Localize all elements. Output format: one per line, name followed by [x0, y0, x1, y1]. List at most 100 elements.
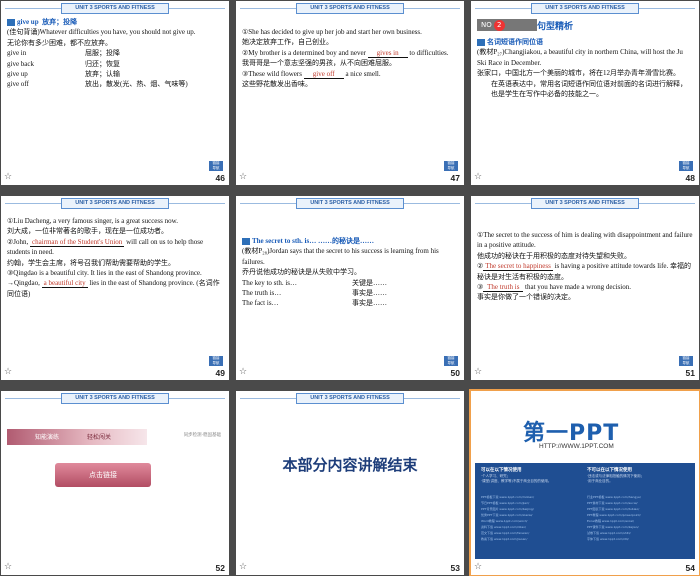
slide-54[interactable]: 第一PPT HTTP://WWW.1PPT.COM 可以在以下情况使用 不可以在… [469, 389, 700, 576]
forbidden-item: ·用于商业目的。 [587, 479, 613, 483]
section-title: 句型精析 [537, 22, 574, 32]
unit-header: UNIT 3 SPORTS AND FITNESS [296, 3, 404, 14]
star-icon[interactable]: ☆ [239, 173, 247, 182]
nav-link-icon[interactable]: 链接 导航 [209, 161, 223, 171]
slide-53[interactable]: UNIT 3 SPORTS AND FITNESS 本部分内容讲解结束 ☆ 53 [236, 391, 464, 575]
resource-link[interactable]: 优秀PPT下载 www.1ppt.com/xiazai/ [481, 513, 532, 517]
example-translation: 我哥哥是一个意志坚强的男孩，从不向困难屈服。 [242, 59, 396, 68]
example-translation: 约翰，学生会主席，将号召我们帮助需要帮助的学生。 [7, 258, 175, 267]
unit-header: UNIT 3 SPORTS AND FITNESS [61, 393, 169, 404]
resource-link[interactable]: 试卷下载 www.1ppt.com/shiti/ [587, 531, 631, 535]
explanation-text: 在英语表达中，常用名词短语作同位语对前面的名词进行解释，也是学生在写作中必备的技… [491, 79, 687, 99]
slide-46-body: give up 放弃；投降 (佳句背诵)Whatever difficultie… [7, 17, 223, 90]
allowed-item: ·课堂(讲座、教学等)不属于商业目的的使用。 [481, 479, 552, 483]
example-translation: 无论你有多少困难，都不应放弃。 [7, 38, 112, 47]
resource-link[interactable]: 字体下载 www.1ppt.com/ziti/ [587, 537, 629, 541]
slide-number: 54 [685, 563, 695, 573]
nav-link-icon[interactable]: 链接 导航 [679, 161, 693, 171]
phrase-row: give in 屈服；投降 [7, 49, 120, 58]
example-sentence: (教材P₂₇)Changjiakou, a beautiful city in … [477, 48, 683, 67]
slide-48[interactable]: UNIT 3 SPORTS AND FITNESS NO 2 句型精析 名词短语作… [471, 1, 699, 185]
banner-sublabel: 轻松闯关 [87, 434, 112, 441]
slide-47-body: ①She has decided to give up her job and … [242, 27, 458, 89]
resource-link[interactable]: 行业PPT模板 www.1ppt.com/hangye/ [587, 495, 641, 499]
example-translation: 这些野花散发出香味。 [242, 80, 312, 89]
resource-link[interactable]: PPT背景图片 www.1ppt.com/beijing/ [481, 507, 534, 511]
resource-link[interactable]: 教案下载 www.1ppt.com/jiaoan/ [481, 537, 527, 541]
answer-blank: a beautiful city [41, 279, 88, 289]
star-icon[interactable]: ☆ [474, 173, 482, 182]
star-icon[interactable]: ☆ [4, 173, 12, 182]
slide-number: 49 [215, 368, 225, 378]
fill-sentence: ③These wild flowers give off a nice smel… [242, 69, 381, 79]
pattern-row: The key to sth. is… 关键是…… [242, 278, 387, 287]
nav-link-icon[interactable]: 链接 导航 [444, 161, 458, 171]
end-message: 本部分内容讲解结束 [282, 456, 418, 474]
fill-sentence: ② The secret to happiness is having a pos… [477, 262, 692, 281]
unit-header: UNIT 3 SPORTS AND FITNESS [296, 198, 404, 209]
nav-link-icon[interactable]: 链接 导航 [679, 356, 693, 366]
example-translation: 刘大成，一位非常著名的歌手，现在是一位成功者。 [7, 227, 168, 236]
banner-right-text: 同步检测·稳固基础 [183, 433, 221, 438]
star-icon[interactable]: ☆ [474, 563, 482, 572]
slide-48-body: 名词短语作同位语 (教材P₂₇)Changjiakou, a beautiful… [477, 37, 693, 99]
slide-49-body: ①Liu Dacheng, a very famous singer, is a… [7, 216, 223, 299]
slide-47[interactable]: UNIT 3 SPORTS AND FITNESS ①She has decid… [236, 1, 464, 185]
banner-label: 知能演练 [35, 434, 60, 441]
slide-52[interactable]: UNIT 3 SPORTS AND FITNESS 知能演练 轻松闯关 同步检测… [1, 391, 229, 575]
example-sentence: (教材P₂₈)Jordan says that the secret to hi… [242, 247, 439, 266]
example-sentence: ①She has decided to give up her job and … [242, 28, 422, 36]
example-translation: 她决定放弃工作，自己创业。 [242, 38, 333, 47]
slide-46[interactable]: UNIT 3 SPORTS AND FITNESS give up 放弃；投降 … [1, 1, 229, 185]
slide-number: 50 [450, 368, 460, 378]
star-icon[interactable]: ☆ [239, 563, 247, 572]
bullet-square-icon [477, 38, 485, 46]
slide-number: 48 [685, 173, 695, 183]
unit-header: UNIT 3 SPORTS AND FITNESS [296, 393, 404, 404]
phrase-row: give off 放出，散发(光、热、烟、气味等) [7, 80, 188, 89]
slide-number: 51 [685, 368, 695, 378]
example-sentence: ①The secret to the success of him is dea… [477, 231, 693, 250]
resource-link[interactable]: PPT课件下载 www.1ppt.com/kejian/ [587, 525, 639, 529]
click-link-button[interactable]: 点击链接 [55, 463, 151, 487]
section-tag: NO 2 [477, 19, 537, 31]
slide-number: 46 [215, 173, 225, 183]
phrase-row: give up 放弃；认输 [7, 70, 120, 79]
example-translation: 乔丹说他成功的秘诀是从失败中学习。 [242, 268, 361, 277]
resource-link[interactable]: 节日PPT模板 www.1ppt.com/jieri/ [481, 501, 529, 505]
brand-url[interactable]: HTTP://WWW.1PPT.COM [539, 443, 614, 450]
practice-banner: 知能演练 轻松闯关 [7, 429, 147, 445]
nav-link-icon[interactable]: 链接 导航 [444, 356, 458, 366]
resource-link[interactable]: PPT素材下载 www.1ppt.com/sucai/ [587, 501, 638, 505]
resource-link[interactable]: Excel教程 www.1ppt.com/excel/ [587, 519, 634, 523]
resource-link[interactable]: Word教程 www.1ppt.com/word/ [481, 519, 527, 523]
resource-link[interactable]: PPT模板下载 www.1ppt.com/moban/ [481, 495, 534, 499]
resource-link[interactable]: 资料下载 www.1ppt.com/ziliao/ [481, 525, 526, 529]
slide-51-body: ①The secret to the success of him is dea… [477, 230, 693, 303]
example-translation: 事实是你做了一个错误的决定。 [477, 293, 575, 302]
star-icon[interactable]: ☆ [4, 368, 12, 377]
slide-number: 47 [450, 173, 460, 183]
forbidden-heading: 不可以在以下情况使用 [587, 468, 632, 473]
star-icon[interactable]: ☆ [239, 368, 247, 377]
resource-link[interactable]: 范文下载 www.1ppt.com/fanwen/ [481, 531, 529, 535]
resource-link[interactable]: PPT图表下载 www.1ppt.com/tubiao/ [587, 507, 639, 511]
example-sentence: ③Qingdao is a beautiful city. It lies in… [7, 269, 202, 278]
bullet-square-icon [7, 18, 15, 26]
pattern-row: The truth is… 事实是…… [242, 289, 387, 298]
bullet-square-icon [242, 237, 250, 245]
fill-sentence: ②John, chairman of the Student's Union w… [7, 237, 204, 257]
slide-50[interactable]: UNIT 3 SPORTS AND FITNESS The secret to … [236, 196, 464, 380]
allowed-heading: 可以在以下情况使用 [481, 468, 522, 473]
resource-link[interactable]: PPT教程 www.1ppt.com/powerpoint/ [587, 513, 641, 517]
answer-blank: gives in [367, 49, 408, 58]
slide-50-body: The secret to sth. is… ……的秘诀是…… (教材P₂₈)J… [242, 236, 458, 309]
slide-number: 52 [215, 563, 225, 573]
usage-panel: 可以在以下情况使用 不可以在以下情况使用 ·个人学习、研究； ·课堂(讲座、教学… [475, 463, 695, 559]
slide-51[interactable]: UNIT 3 SPORTS AND FITNESS ①The secret to… [471, 196, 699, 380]
nav-link-icon[interactable]: 链接 导航 [209, 356, 223, 366]
phrase-meaning: 放弃；投降 [42, 18, 78, 26]
star-icon[interactable]: ☆ [474, 368, 482, 377]
star-icon[interactable]: ☆ [4, 563, 12, 572]
slide-49[interactable]: UNIT 3 SPORTS AND FITNESS ①Liu Dacheng, … [1, 196, 229, 380]
